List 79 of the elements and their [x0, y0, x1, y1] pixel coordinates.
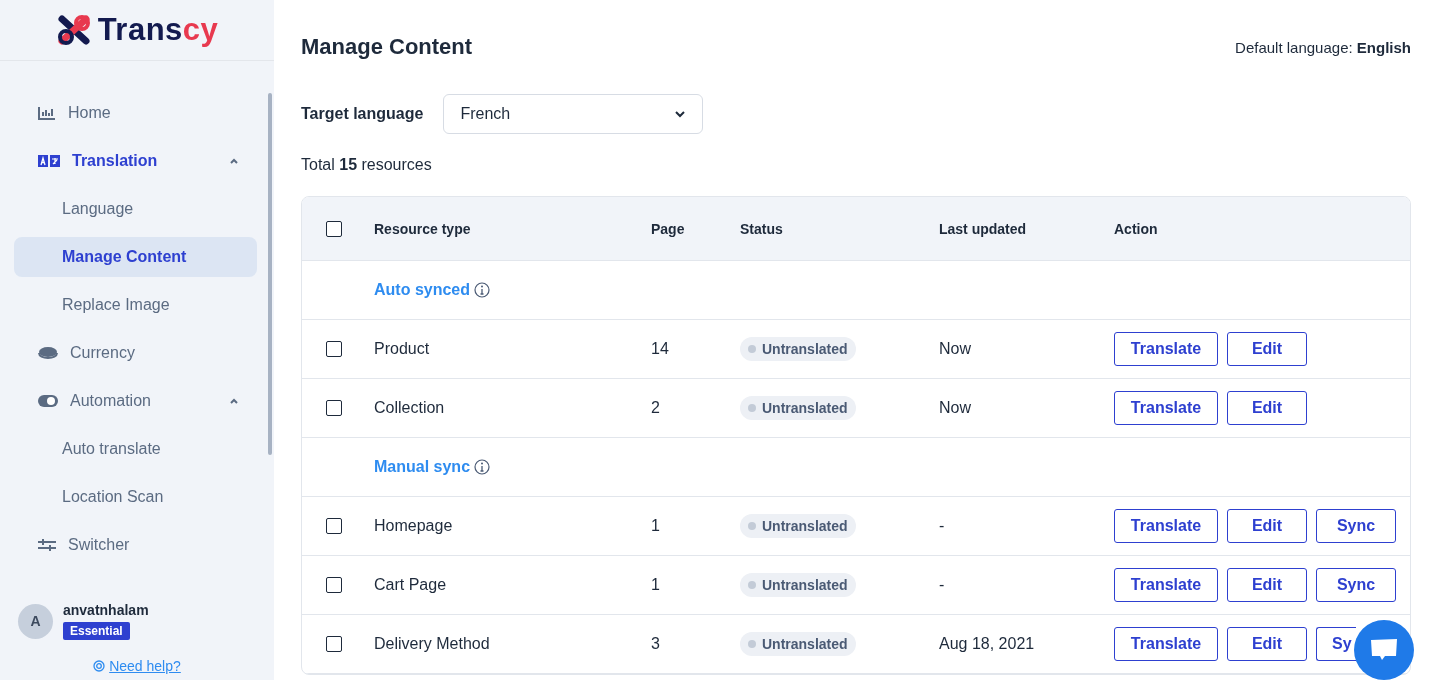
scrollbar[interactable] [268, 93, 272, 455]
table-cell-text: 1 [651, 576, 661, 594]
status-badge: Untranslated [740, 514, 856, 538]
chevron-down-icon [674, 110, 687, 118]
table-cell-text: 14 [651, 340, 670, 358]
table-cell-text: Collection [374, 399, 446, 417]
sidebar-subitem[interactable]: Replace Image [14, 285, 257, 325]
action-button[interactable]: Translate [1114, 627, 1218, 661]
action-button[interactable]: Sy [1316, 627, 1356, 661]
action-button[interactable]: Translate [1114, 332, 1218, 366]
status-badge: Untranslated [740, 632, 856, 656]
action-button[interactable]: Edit [1227, 332, 1307, 366]
column-header: Last updated [939, 220, 1028, 237]
resource-count: Total 15 resources [301, 156, 433, 174]
table-cell-text: Delivery Method [374, 635, 491, 653]
sidebar-item[interactable]: Switcher [14, 525, 257, 565]
coin-icon [38, 346, 58, 360]
status-badge: Untranslated [740, 573, 856, 597]
avatar: A [18, 603, 53, 639]
action-button[interactable]: Translate [1114, 509, 1218, 543]
checkbox[interactable] [326, 577, 342, 593]
translate-icon [38, 155, 60, 167]
sidebar-subitem[interactable]: Language [14, 189, 257, 229]
column-header: Action [1114, 220, 1159, 237]
sidebar-item[interactable]: Translation [14, 141, 257, 181]
column-header: Resource type [374, 220, 472, 237]
caret-icon [229, 157, 239, 165]
status-badge: Untranslated [740, 337, 856, 361]
table-cell-text: - [939, 517, 946, 535]
checkbox[interactable] [326, 636, 342, 652]
action-button[interactable]: Translate [1114, 391, 1218, 425]
action-button[interactable]: Edit [1227, 509, 1307, 543]
sidebar-item[interactable]: Automation [14, 381, 257, 421]
table-cell-text: 3 [651, 635, 661, 653]
chat-bubble-icon [1370, 638, 1398, 662]
action-button[interactable]: Sync [1316, 509, 1396, 543]
table-cell-text: Now [939, 340, 972, 358]
toggle-icon [38, 395, 58, 407]
bar-chart-icon [38, 106, 56, 120]
table-cell-text: Cart Page [374, 576, 448, 594]
sidebar-item[interactable]: Currency [14, 333, 257, 373]
status-badge: Untranslated [740, 396, 856, 420]
checkbox[interactable] [326, 400, 342, 416]
table-cell-text: - [939, 576, 946, 594]
field-label: Target language [301, 105, 424, 123]
checkbox[interactable] [326, 518, 342, 534]
logo-icon [55, 13, 92, 47]
table-cell-text: 2 [651, 399, 661, 417]
checkbox[interactable] [326, 220, 342, 237]
language-dropdown[interactable]: French [443, 94, 704, 134]
group-heading: Manual sync [374, 458, 471, 476]
group-heading: Auto synced [374, 281, 470, 299]
sidebar-subitem[interactable]: Manage Content [14, 237, 257, 277]
action-button[interactable]: Edit [1227, 627, 1307, 661]
logo-wordmark: Transcy [97, 12, 219, 48]
action-button[interactable]: Edit [1227, 391, 1307, 425]
action-button[interactable]: Sync [1316, 568, 1396, 602]
sliders-icon [38, 538, 56, 552]
table-cell-text: Now [939, 399, 972, 417]
plan-badge: Essential [63, 622, 130, 640]
info-icon[interactable] [474, 459, 491, 475]
chat-button[interactable] [1354, 620, 1414, 680]
table-cell-text: 1 [651, 517, 661, 535]
sidebar-item[interactable]: Home [14, 93, 257, 133]
table-cell-text: Aug 18, 2021 [939, 635, 1036, 653]
column-header: Page [651, 220, 686, 237]
column-header: Status [740, 220, 784, 237]
user-name: anvatnhalam [63, 602, 149, 618]
table-cell-text: Homepage [374, 517, 454, 535]
action-button[interactable]: Translate [1114, 568, 1218, 602]
info-icon[interactable] [474, 282, 490, 298]
action-button[interactable]: Edit [1227, 568, 1307, 602]
sidebar-subitem[interactable]: Auto translate [14, 429, 257, 469]
table-cell-text: Product [374, 340, 431, 358]
caret-icon [229, 397, 239, 405]
page-title: Manage Content [301, 34, 473, 60]
sidebar-subitem[interactable]: Location Scan [14, 477, 257, 517]
default-language: Default language: English [1235, 38, 1411, 56]
checkbox[interactable] [326, 341, 342, 357]
